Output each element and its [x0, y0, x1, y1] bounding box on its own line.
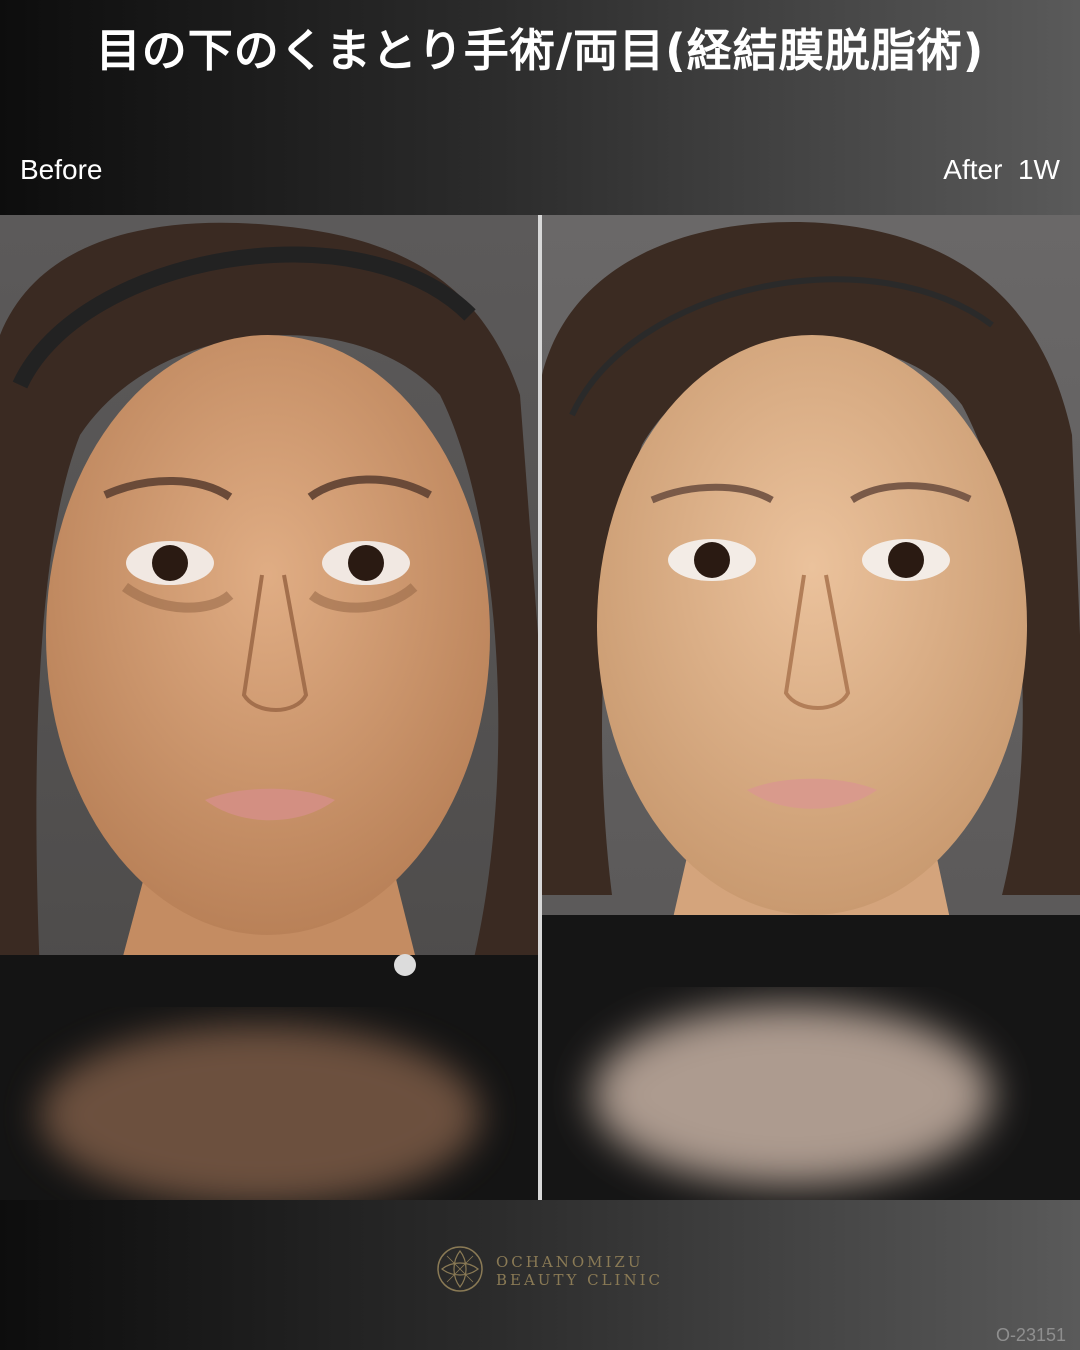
comparison-photos	[0, 215, 1080, 1200]
after-photo	[542, 215, 1080, 1200]
clinic-name-line1: OCHANOMIZU	[496, 1253, 644, 1271]
before-photo	[0, 215, 538, 1200]
header-banner: 目の下のくまとり手術/両目(経結膜脱脂術) Before After 1W	[0, 0, 1080, 215]
before-label: Before	[20, 154, 103, 185]
after-label: After 1W	[943, 154, 1060, 185]
page-title: 目の下のくまとり手術/両目(経結膜脱脂術)	[95, 24, 985, 77]
face-photo-after-icon	[542, 215, 1080, 1200]
footer-banner: OCHANOMIZU BEAUTY CLINIC O-23151	[0, 1200, 1080, 1350]
face-photo-before-icon	[0, 215, 538, 1200]
clinic-name-line2: BEAUTY CLINIC	[496, 1271, 664, 1289]
clinic-logo-icon	[437, 1246, 483, 1292]
case-id: O-23151	[995, 1325, 1066, 1345]
